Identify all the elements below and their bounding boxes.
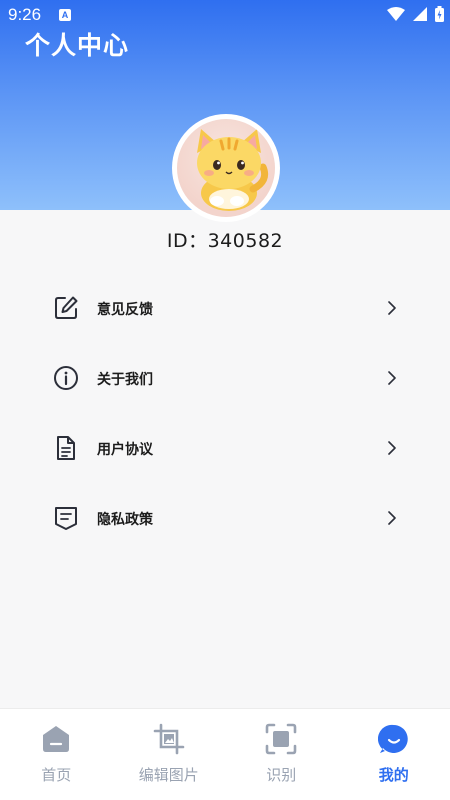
- bottom-tab-bar: 首页 编辑图片 识别 我的: [0, 708, 450, 800]
- signal-icon: [413, 7, 427, 21]
- scan-icon: [265, 723, 297, 755]
- tab-label-recognize: 识别: [266, 766, 297, 784]
- chevron-right-icon: [388, 301, 396, 315]
- tab-home[interactable]: 首页: [0, 709, 113, 800]
- profile-icon: [377, 724, 408, 753]
- menu-item-user-agreement[interactable]: 用户协议: [0, 413, 450, 483]
- battery-icon: [435, 6, 444, 22]
- home-icon: [43, 726, 70, 752]
- status-icons: [387, 6, 444, 22]
- policy-icon: [55, 507, 77, 530]
- menu-item-about[interactable]: 关于我们: [0, 343, 450, 413]
- cat-avatar-image: [177, 119, 275, 217]
- chevron-right-icon: [388, 441, 396, 455]
- menu-label-about: 关于我们: [97, 372, 153, 388]
- tab-label-edit-image: 编辑图片: [138, 766, 199, 784]
- chevron-right-icon: [388, 371, 396, 385]
- tab-label-mine: 我的: [378, 766, 409, 784]
- menu-item-feedback[interactable]: 意见反馈: [0, 273, 450, 343]
- menu-label-user-agreement: 用户协议: [97, 442, 153, 458]
- info-icon: [54, 366, 78, 390]
- avatar[interactable]: [172, 114, 280, 222]
- status-time: 9:26: [8, 5, 42, 24]
- tab-label-home: 首页: [41, 766, 72, 784]
- user-id: ID：340582: [166, 230, 284, 252]
- tab-edit-image[interactable]: 编辑图片: [113, 709, 226, 800]
- edit-icon: [55, 296, 78, 319]
- wifi-icon: [387, 7, 405, 21]
- menu-label-feedback: 意见反馈: [97, 302, 153, 318]
- document-icon: [57, 436, 75, 460]
- app-notification-icon: A: [59, 9, 71, 21]
- chevron-right-icon: [388, 511, 396, 525]
- settings-menu: 意见反馈 关于我们 用户协议 隐私政策: [0, 273, 450, 553]
- menu-item-privacy-policy[interactable]: 隐私政策: [0, 483, 450, 553]
- tab-mine[interactable]: 我的: [338, 709, 450, 800]
- menu-label-privacy-policy: 隐私政策: [97, 512, 153, 528]
- page-title: 个人中心: [25, 31, 130, 60]
- tab-recognize[interactable]: 识别: [225, 709, 338, 800]
- edit-image-icon: [153, 723, 185, 755]
